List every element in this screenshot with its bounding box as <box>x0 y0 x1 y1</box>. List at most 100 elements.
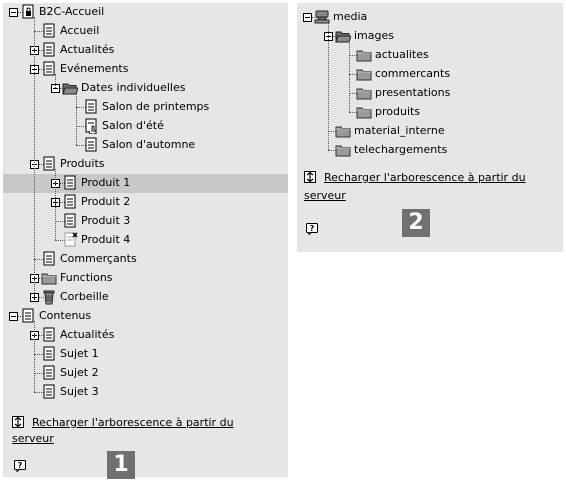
tree-item[interactable]: B2C-Accueil <box>3 3 288 22</box>
tree-item-label[interactable]: Produit 4 <box>81 233 130 247</box>
reload-tree-link-line2[interactable]: serveur <box>304 188 566 204</box>
tree-item[interactable]: Produit 3 <box>3 212 288 231</box>
tree-guide-line <box>55 74 56 88</box>
tree-item[interactable]: material_interne <box>297 122 563 141</box>
tree-item-label[interactable]: Corbeille <box>60 290 109 304</box>
collapse-icon[interactable] <box>303 13 312 22</box>
page-icon <box>43 23 55 38</box>
tree-item[interactable]: Sujet 2 <box>3 364 288 383</box>
tree-item-label[interactable]: telechargements <box>354 143 447 157</box>
folder-icon <box>41 273 57 285</box>
tree-item[interactable]: Produit 2 <box>3 193 288 212</box>
tree-item[interactable]: Contenus <box>3 307 288 326</box>
tree-item-label[interactable]: presentations <box>375 86 450 100</box>
page-icon <box>43 384 55 399</box>
tree-item-label[interactable]: Commerçants <box>60 252 137 266</box>
tree-item[interactable]: Salon d'automne <box>3 136 288 155</box>
media-tree-panel: media images actualites commercants presenta… <box>297 3 563 252</box>
folder-icon <box>335 126 351 138</box>
collapse-icon[interactable] <box>9 8 18 17</box>
tree-item-label[interactable]: Produit 2 <box>81 195 130 209</box>
tree-item-label[interactable]: Dates individuelles <box>81 81 185 95</box>
page-icon <box>43 251 55 266</box>
reload-icon <box>12 416 24 428</box>
tree-item-label[interactable]: Accueil <box>60 24 99 38</box>
tree-item[interactable]: actualites <box>297 46 563 65</box>
reload-tree-link[interactable]: Recharger l'arborescence à partir du <box>304 170 566 186</box>
collapse-icon[interactable] <box>9 312 18 321</box>
folder-icon <box>356 50 372 62</box>
tree-guide-line <box>34 321 35 392</box>
tree-item-label[interactable]: Sujet 3 <box>60 385 99 399</box>
folder-icon <box>356 88 372 100</box>
tree-item-label[interactable]: images <box>354 29 394 43</box>
tree-item[interactable]: Produits <box>3 155 288 174</box>
tree-item-label[interactable]: Produit 3 <box>81 214 130 228</box>
tree-item-label[interactable]: B2C-Accueil <box>39 5 104 19</box>
reload-tree-link[interactable]: Recharger l'arborescence à partir du <box>12 415 282 431</box>
tree-item-label[interactable]: commercants <box>375 67 450 81</box>
help-icon[interactable]: ? <box>14 460 27 472</box>
tree-item-label[interactable]: Evénements <box>60 62 128 76</box>
svg-text:?: ? <box>18 461 23 470</box>
tree-item-label[interactable]: Sujet 1 <box>60 347 99 361</box>
tree-item[interactable]: Actualités <box>3 326 288 345</box>
tree-item[interactable]: Salon d'été <box>3 117 288 136</box>
page-icon <box>64 194 76 209</box>
reload-link-text-2[interactable]: serveur <box>12 432 54 445</box>
tree-item[interactable]: Corbeille <box>3 288 288 307</box>
tree-item[interactable]: Dates individuelles <box>3 79 288 98</box>
tree-item-label[interactable]: material_interne <box>354 124 445 138</box>
tree-item-label[interactable]: Salon d'automne <box>102 138 195 152</box>
panel-number-badge: 1 <box>107 451 135 479</box>
tree-item[interactable]: telechargements <box>297 141 563 160</box>
tree-item[interactable]: Actualités <box>3 41 288 60</box>
tree-item[interactable]: media <box>297 8 563 27</box>
page-icon <box>43 346 55 361</box>
recycle-bin-icon <box>43 290 55 305</box>
reload-link-text-2[interactable]: serveur <box>304 189 346 202</box>
reload-link-text-1[interactable]: Recharger l'arborescence à partir du <box>324 171 526 184</box>
tree-item[interactable]: presentations <box>297 84 563 103</box>
tree-item[interactable]: Sujet 1 <box>3 345 288 364</box>
page-deleted-icon <box>64 232 78 247</box>
tree-item-label[interactable]: Actualités <box>60 328 114 342</box>
tree-item[interactable]: commercants <box>297 65 563 84</box>
page-icon <box>43 327 55 342</box>
tree-item[interactable]: produits <box>297 103 563 122</box>
tree-guide-line <box>349 41 350 112</box>
site-tree-panel: B2C-Accueil Accueil Actualités Evénements Da… <box>3 3 288 479</box>
tree-item-label[interactable]: Actualités <box>60 43 114 57</box>
tree-item[interactable]: Accueil <box>3 22 288 41</box>
tree-guide-line <box>34 17 35 297</box>
tree-item[interactable]: Evénements <box>3 60 288 79</box>
tree-guide-line <box>328 22 329 150</box>
tree-item[interactable]: Functions <box>3 269 288 288</box>
tree-item[interactable]: Commerçants <box>3 250 288 269</box>
tree-item[interactable]: Produit 4 <box>3 231 288 250</box>
help-icon[interactable]: ? <box>306 223 319 235</box>
tree-item[interactable]: Salon de printemps <box>3 98 288 117</box>
tree-item-label[interactable]: actualites <box>375 48 429 62</box>
tree-item[interactable]: images <box>297 27 563 46</box>
reload-link-text-1[interactable]: Recharger l'arborescence à partir du <box>32 416 234 429</box>
tree-item-label[interactable]: Contenus <box>39 309 91 323</box>
tree-item[interactable]: Produit 1 <box>3 174 288 193</box>
page-icon <box>85 99 97 114</box>
tree-item-label[interactable]: Produit 1 <box>81 176 130 190</box>
reload-icon <box>304 171 316 183</box>
folder-icon <box>356 69 372 81</box>
tree-item[interactable]: Sujet 3 <box>3 383 288 402</box>
tree-item-label[interactable]: Salon de printemps <box>102 100 209 114</box>
tree-item-label[interactable]: media <box>333 10 367 24</box>
tree-guide-line <box>55 169 56 240</box>
tree-item-label[interactable]: produits <box>375 105 420 119</box>
tree-item-label[interactable]: Produits <box>60 157 105 171</box>
page-hand-cursor-icon <box>85 118 97 134</box>
page-icon <box>43 365 55 380</box>
tree-item-label[interactable]: Sujet 2 <box>60 366 99 380</box>
tree-item-label[interactable]: Salon d'été <box>102 119 164 133</box>
reload-tree-link-line2[interactable]: serveur <box>12 431 282 447</box>
tree-item-label[interactable]: Functions <box>60 271 113 285</box>
page-icon <box>43 42 55 57</box>
